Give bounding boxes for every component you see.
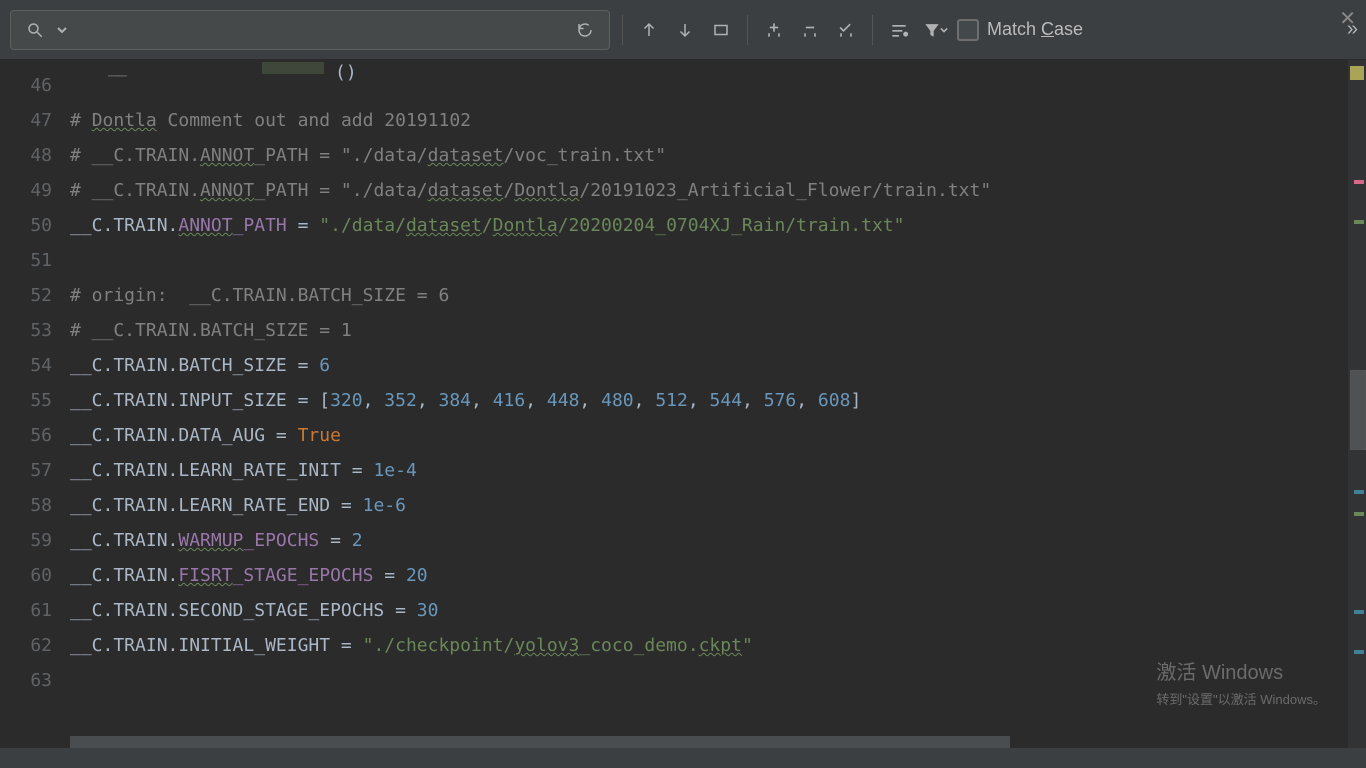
- code-line[interactable]: [70, 68, 1366, 103]
- toolbar-divider: [872, 15, 873, 45]
- line-number: 58: [0, 488, 52, 523]
- error-stripe-marker[interactable]: [1354, 490, 1364, 494]
- code-line[interactable]: [70, 243, 1366, 278]
- find-toolbar: Match Case » ✕: [0, 0, 1366, 60]
- line-number: 47: [0, 103, 52, 138]
- line-number: 46: [0, 68, 52, 103]
- line-number: 60: [0, 558, 52, 593]
- remove-selection-icon[interactable]: [796, 16, 824, 44]
- code-line[interactable]: __C.TRAIN.BATCH_SIZE = 6: [70, 348, 1366, 383]
- add-selection-icon[interactable]: [760, 16, 788, 44]
- horizontal-scrollbar-thumb[interactable]: [70, 736, 1010, 748]
- search-icon: [21, 16, 49, 44]
- error-stripe-marker[interactable]: [1354, 220, 1364, 224]
- search-box[interactable]: [10, 10, 610, 50]
- line-number: 51: [0, 243, 52, 278]
- line-number: 61: [0, 593, 52, 628]
- code-line[interactable]: # origin: __C.TRAIN.BATCH_SIZE = 6: [70, 278, 1366, 313]
- editor-area: 464748495051525354555657585960616263 # D…: [0, 60, 1366, 748]
- line-number: 59: [0, 523, 52, 558]
- code-line[interactable]: __C.TRAIN.FISRT_STAGE_EPOCHS = 20: [70, 558, 1366, 593]
- code-line[interactable]: __C.TRAIN.LEARN_RATE_END = 1e-6: [70, 488, 1366, 523]
- error-stripe-marker[interactable]: [1354, 650, 1364, 654]
- code-line[interactable]: __C.TRAIN.INPUT_SIZE = [320, 352, 384, 4…: [70, 383, 1366, 418]
- next-occurrence-icon[interactable]: [671, 16, 699, 44]
- code-line[interactable]: __C.TRAIN.WARMUP_EPOCHS = 2: [70, 523, 1366, 558]
- filter-settings-icon[interactable]: [885, 16, 913, 44]
- error-stripe-marker[interactable]: [1354, 180, 1364, 184]
- inspection-indicator[interactable]: [1350, 66, 1364, 80]
- status-bar: [0, 748, 1366, 768]
- code-line[interactable]: # __C.TRAIN.ANNOT_PATH = "./data/dataset…: [70, 173, 1366, 208]
- checkbox-icon: [957, 19, 979, 41]
- line-number: 63: [0, 663, 52, 698]
- line-number: 55: [0, 383, 52, 418]
- search-input[interactable]: [75, 20, 565, 39]
- code-line[interactable]: __C.TRAIN.SECOND_STAGE_EPOCHS = 30: [70, 593, 1366, 628]
- toolbar-divider: [622, 15, 623, 45]
- code-line[interactable]: [70, 663, 1366, 698]
- chevron-down-icon[interactable]: [55, 16, 69, 44]
- line-number: 56: [0, 418, 52, 453]
- line-number: 62: [0, 628, 52, 663]
- match-case-label: Match Case: [987, 19, 1083, 40]
- history-icon[interactable]: [571, 16, 599, 44]
- code-line[interactable]: __C.TRAIN.ANNOT_PATH = "./data/dataset/D…: [70, 208, 1366, 243]
- line-number: 52: [0, 278, 52, 313]
- close-icon[interactable]: ✕: [1339, 6, 1356, 31]
- line-number-gutter: 464748495051525354555657585960616263: [0, 60, 70, 748]
- line-number: 57: [0, 453, 52, 488]
- funnel-icon[interactable]: [921, 16, 949, 44]
- code-line[interactable]: # __C.TRAIN.BATCH_SIZE = 1: [70, 313, 1366, 348]
- line-number: 54: [0, 348, 52, 383]
- line-number: 48: [0, 138, 52, 173]
- code-line[interactable]: __C.TRAIN.DATA_AUG = True: [70, 418, 1366, 453]
- line-number: 53: [0, 313, 52, 348]
- line-number: 50: [0, 208, 52, 243]
- match-case-checkbox[interactable]: Match Case: [957, 19, 1083, 41]
- prev-occurrence-icon[interactable]: [635, 16, 663, 44]
- error-stripe-marker[interactable]: [1354, 610, 1364, 614]
- toolbar-divider: [747, 15, 748, 45]
- code-line[interactable]: # Dontla Comment out and add 20191102: [70, 103, 1366, 138]
- code-line[interactable]: __C.TRAIN.LEARN_RATE_INIT = 1e-4: [70, 453, 1366, 488]
- line-number: 49: [0, 173, 52, 208]
- vertical-scrollbar-thumb[interactable]: [1350, 370, 1366, 450]
- code-line[interactable]: __C.TRAIN.INITIAL_WEIGHT = "./checkpoint…: [70, 628, 1366, 663]
- code-line[interactable]: # __C.TRAIN.ANNOT_PATH = "./data/dataset…: [70, 138, 1366, 173]
- select-all-icon[interactable]: [832, 16, 860, 44]
- select-all-occurrences-icon[interactable]: [707, 16, 735, 44]
- code-content[interactable]: # Dontla Comment out and add 20191102# _…: [70, 60, 1366, 748]
- error-stripe-marker[interactable]: [1354, 512, 1364, 516]
